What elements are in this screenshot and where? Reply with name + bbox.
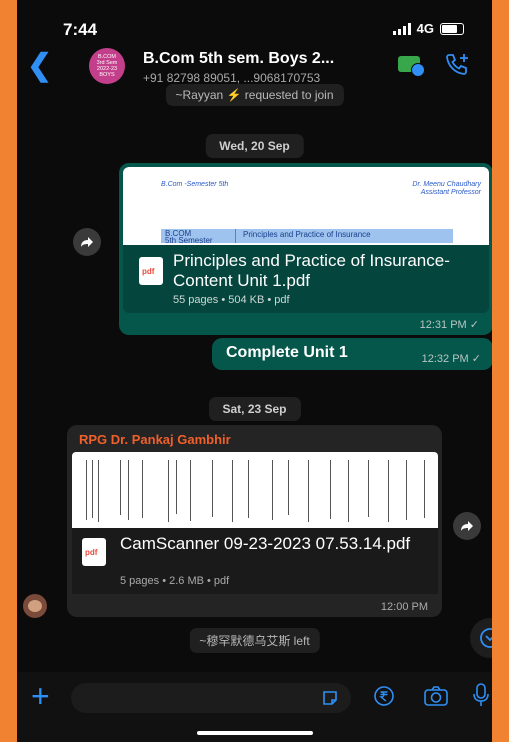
date-separator: Wed, 20 Sep (205, 134, 304, 158)
file-info[interactable]: pdf CamScanner 09-23-2023 07.53.14.pdf 5… (72, 528, 438, 594)
member-left-notice: ~穆罕默德乌艾斯 left (189, 628, 320, 653)
join-request-notice: ~Rayyan ⚡ requested to join (165, 84, 344, 106)
message-text: Complete Unit 1 (226, 344, 348, 361)
home-indicator (197, 731, 313, 735)
rupee-icon[interactable] (373, 685, 395, 712)
scanned-document-preview[interactable] (72, 452, 438, 528)
message-time: 12:00 PM (380, 601, 428, 613)
compose-bar: + (17, 672, 492, 742)
battery-icon (440, 22, 464, 35)
date-separator: Sat, 23 Sep (208, 397, 301, 421)
mic-icon[interactable] (472, 682, 490, 713)
document-preview[interactable]: B.Com -Semester 5th Dr. Meenu Chaudhary … (123, 167, 489, 245)
file-info[interactable]: pdf Principles and Practice of Insurance… (123, 245, 489, 313)
sticker-icon[interactable] (321, 689, 339, 712)
back-arrow-icon[interactable]: ❮ (27, 48, 52, 83)
avatar-line: BOYS (99, 72, 115, 78)
preview-band-course: B.COM 5th Semester (165, 229, 213, 245)
file-meta: 5 pages • 2.6 MB • pdf (120, 575, 230, 587)
forward-icon[interactable] (453, 512, 481, 540)
message-input[interactable] (71, 683, 351, 713)
file-name: CamScanner 09-23-2023 07.53.14.pdf (120, 534, 411, 553)
scroll-down-icon[interactable] (470, 618, 492, 658)
network-label: 4G (416, 21, 434, 36)
preview-author: Dr. Meenu Chaudhary Assistant Professor (412, 181, 481, 197)
file-meta: 55 pages • 504 KB • pdf (173, 294, 290, 306)
add-call-icon[interactable] (445, 52, 471, 81)
group-avatar[interactable]: B.COM 3rd Sem 2022-23 BOYS (89, 48, 125, 84)
preview-band-subject: Principles and Practice of Insurance (243, 230, 371, 239)
preview-author-title: Assistant Professor (420, 189, 481, 196)
file-name: Principles and Practice of Insurance- Co… (173, 251, 450, 290)
message-time: 12:32 PM ✓ (421, 353, 481, 365)
preview-author-name: Dr. Meenu Chaudhary (412, 181, 481, 188)
preview-table-band: B.COM 5th Semester Principles and Practic… (161, 229, 453, 245)
sender-name[interactable]: RPG Dr. Pankaj Gambhir (79, 432, 231, 447)
outgoing-text-message[interactable]: Complete Unit 1 12:32 PM ✓ (212, 338, 492, 370)
incoming-document-message[interactable]: RPG Dr. Pankaj Gambhir pdf CamScanner 09… (67, 425, 442, 617)
camera-icon[interactable] (423, 685, 449, 712)
video-call-icon[interactable] (398, 56, 425, 77)
plus-icon[interactable]: + (31, 678, 50, 715)
status-indicators: 4G (392, 21, 464, 36)
group-title[interactable]: B.Com 5th sem. Boys 2... (143, 50, 334, 68)
status-bar: 7:44 4G (17, 0, 492, 40)
group-members[interactable]: +91 82798 89051, ...9068170753 (143, 71, 320, 85)
phone-screen: 7:44 4G ❮ B.COM 3rd Sem 2022-23 BOYS B.C… (17, 0, 492, 742)
pdf-icon: pdf (82, 538, 106, 566)
message-time: 12:31 PM ✓ (419, 319, 479, 331)
pdf-icon: pdf (139, 257, 163, 285)
status-time: 7:44 (63, 20, 98, 39)
preview-course: B.Com -Semester 5th (161, 181, 229, 188)
sender-avatar[interactable] (23, 594, 47, 618)
signal-icon (392, 22, 411, 35)
outgoing-document-message[interactable]: B.Com -Semester 5th Dr. Meenu Chaudhary … (119, 163, 492, 335)
forward-icon[interactable] (73, 228, 101, 256)
